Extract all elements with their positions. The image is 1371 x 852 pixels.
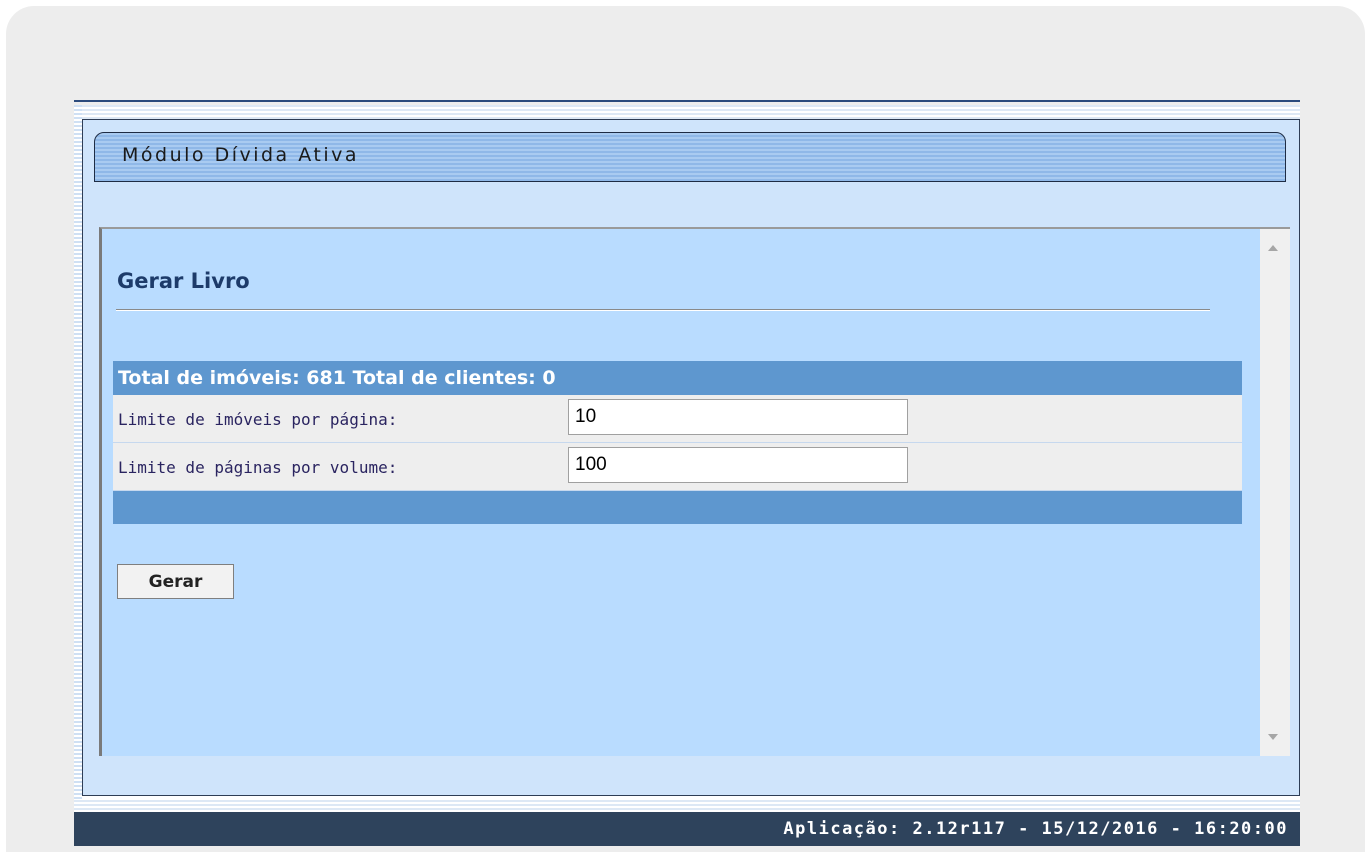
pages-per-volume-label: Limite de páginas por volume: [118,458,398,477]
status-stripe [74,800,1300,812]
module-panel: Módulo Dívida Ativa Gerar Livro Total de… [82,119,1300,796]
title-divider [116,309,1210,311]
form-row: Limite de páginas por volume: [113,443,1242,491]
form-footer-bar [113,491,1242,524]
module-header: Módulo Dívida Ativa [94,132,1286,182]
main-frame: Módulo Dívida Ativa Gerar Livro Total de… [74,105,1300,806]
app-version-status: Aplicação: 2.12r117 - 15/12/2016 - 16:20… [783,819,1288,839]
module-title: Módulo Dívida Ativa [122,144,360,166]
scroll-up-arrow-icon[interactable] [1268,245,1278,251]
form-table: Total de imóveis: 681 Total de clientes:… [113,361,1242,524]
status-bar: Aplicação: 2.12r117 - 15/12/2016 - 16:20… [74,812,1300,846]
scroll-down-arrow-icon[interactable] [1268,734,1278,740]
content-pane: Gerar Livro Total de imóveis: 681 Total … [99,227,1290,756]
totals-header: Total de imóveis: 681 Total de clientes:… [113,361,1242,395]
page-title: Gerar Livro [117,269,250,293]
frame-top-stripe [74,105,1300,119]
generate-button[interactable]: Gerar [117,564,234,599]
properties-per-page-label: Limite de imóveis por página: [118,410,398,429]
form-row: Limite de imóveis por página: [113,395,1242,443]
properties-per-page-input[interactable] [568,399,908,435]
pages-per-volume-input[interactable] [568,447,908,483]
vertical-scrollbar[interactable] [1260,229,1290,756]
frame-left-stripe [74,105,82,806]
